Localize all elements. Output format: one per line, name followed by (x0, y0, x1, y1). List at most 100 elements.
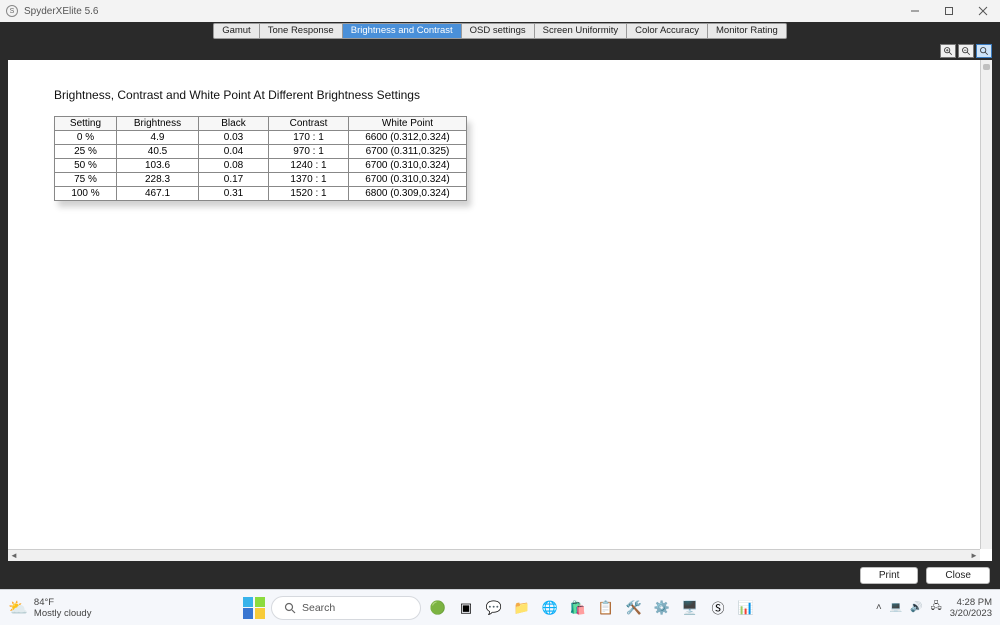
network-icon[interactable]: 🖧 (931, 599, 942, 616)
zoom-fit-button[interactable] (976, 44, 992, 58)
tab-color-accuracy[interactable]: Color Accuracy (627, 24, 708, 38)
clock-time: 4:28 PM (950, 597, 992, 608)
table-cell: 0.08 (199, 159, 269, 173)
table-cell: 1370 : 1 (269, 173, 349, 187)
table-cell: 6800 (0.309,0.324) (349, 187, 467, 201)
tab-tone-response[interactable]: Tone Response (260, 24, 343, 38)
task-view-icon[interactable]: ▣ (455, 597, 477, 619)
table-cell: 467.1 (117, 187, 199, 201)
content-page: Brightness, Contrast and White Point At … (8, 60, 992, 561)
scroll-right-arrow-icon[interactable]: ► (968, 551, 980, 560)
app-icon-3[interactable]: Ⓢ (707, 597, 729, 619)
zoom-controls (940, 44, 992, 58)
table-row: 75 %228.30.171370 : 16700 (0.310,0.324) (55, 173, 467, 187)
table-cell: 1240 : 1 (269, 159, 349, 173)
scroll-left-arrow-icon[interactable]: ◄ (8, 551, 20, 560)
brightness-table: SettingBrightnessBlackContrastWhite Poin… (54, 116, 467, 201)
zoom-in-icon (943, 46, 953, 56)
weather-desc: Mostly cloudy (34, 608, 92, 619)
tab-strip: GamutTone ResponseBrightness and Contras… (0, 22, 1000, 38)
table-cell: 40.5 (117, 145, 199, 159)
table-cell: 970 : 1 (269, 145, 349, 159)
tab-gamut[interactable]: Gamut (214, 24, 260, 38)
page-heading: Brightness, Contrast and White Point At … (54, 88, 946, 102)
start-button[interactable] (243, 597, 265, 619)
tab-brightness-and-contrast[interactable]: Brightness and Contrast (343, 24, 462, 38)
column-header: White Point (349, 117, 467, 131)
zoom-fit-icon (979, 46, 989, 56)
column-header: Contrast (269, 117, 349, 131)
maximize-button[interactable] (932, 0, 966, 22)
table-cell: 25 % (55, 145, 117, 159)
vertical-scrollbar[interactable] (980, 60, 992, 549)
taskbar: ⛅ 84°F Mostly cloudy Search 🟢 ▣ 💬 📁 🌐 🛍️… (0, 589, 1000, 625)
column-header: Brightness (117, 117, 199, 131)
table-cell: 50 % (55, 159, 117, 173)
tab-osd-settings[interactable]: OSD settings (462, 24, 535, 38)
table-cell: 6700 (0.310,0.324) (349, 173, 467, 187)
table-cell: 1520 : 1 (269, 187, 349, 201)
app-icon-4[interactable]: 📊 (735, 597, 757, 619)
zoom-out-icon (961, 46, 971, 56)
column-header: Black (199, 117, 269, 131)
weather-icon: ⛅ (8, 598, 28, 618)
zoom-in-button[interactable] (940, 44, 956, 58)
tab-screen-uniformity[interactable]: Screen Uniformity (535, 24, 628, 38)
maximize-icon (944, 6, 954, 16)
table-cell: 6600 (0.312,0.324) (349, 131, 467, 145)
app-icon-1[interactable]: 🛠️ (623, 597, 645, 619)
settings-icon[interactable]: ⚙️ (651, 597, 673, 619)
window-title: SpyderXElite 5.6 (24, 6, 99, 17)
table-cell: 4.9 (117, 131, 199, 145)
table-row: 100 %467.10.311520 : 16800 (0.309,0.324) (55, 187, 467, 201)
close-button[interactable]: Close (926, 567, 990, 584)
table-cell: 228.3 (117, 173, 199, 187)
clock-date: 3/20/2023 (950, 608, 992, 619)
table-cell: 170 : 1 (269, 131, 349, 145)
tab-monitor-rating[interactable]: Monitor Rating (708, 24, 786, 38)
weather-widget[interactable]: ⛅ 84°F Mostly cloudy (8, 597, 91, 619)
taskbar-center: Search 🟢 ▣ 💬 📁 🌐 🛍️ 📋 🛠️ ⚙️ 🖥️ Ⓢ 📊 (243, 596, 757, 620)
file-explorer-icon[interactable]: 📁 (511, 597, 533, 619)
content-wrap: Brightness, Contrast and White Point At … (8, 60, 992, 561)
close-window-button[interactable] (966, 0, 1000, 22)
app-chrome: GamutTone ResponseBrightness and Contras… (0, 22, 1000, 589)
table-row: 50 %103.60.081240 : 16700 (0.310,0.324) (55, 159, 467, 173)
taskbar-clock[interactable]: 4:28 PM 3/20/2023 (950, 597, 992, 619)
volume-icon[interactable]: 🔊 (910, 602, 922, 613)
system-tray: ˄ 💻 🔊 🖧 4:28 PM 3/20/2023 (876, 597, 992, 619)
bottom-button-bar: Print Close (0, 561, 1000, 589)
table-cell: 0.04 (199, 145, 269, 159)
table-cell: 6700 (0.310,0.324) (349, 159, 467, 173)
search-placeholder: Search (302, 602, 335, 614)
tray-overflow-icon[interactable]: ˄ (876, 602, 882, 613)
table-cell: 0.31 (199, 187, 269, 201)
battery-icon[interactable]: 💻 (890, 602, 902, 613)
column-header: Setting (55, 117, 117, 131)
taskbar-app-icon[interactable]: 🟢 (427, 597, 449, 619)
store-icon[interactable]: 🛍️ (567, 597, 589, 619)
print-button[interactable]: Print (860, 567, 919, 584)
table-row: 0 %4.90.03170 : 16600 (0.312,0.324) (55, 131, 467, 145)
window-titlebar: S SpyderXElite 5.6 (0, 0, 1000, 22)
horizontal-scrollbar[interactable]: ◄ ► (8, 549, 980, 561)
table-cell: 0.17 (199, 173, 269, 187)
table-cell: 0 % (55, 131, 117, 145)
weather-temp: 84°F (34, 597, 92, 608)
table-cell: 0.03 (199, 131, 269, 145)
close-icon (978, 6, 988, 16)
edge-icon[interactable]: 🌐 (539, 597, 561, 619)
app-icon-2[interactable]: 🖥️ (679, 597, 701, 619)
app-icon: S (6, 5, 18, 17)
table-cell: 75 % (55, 173, 117, 187)
search-icon (284, 602, 296, 614)
window-controls (898, 0, 1000, 22)
minimize-button[interactable] (898, 0, 932, 22)
table-row: 25 %40.50.04970 : 16700 (0.311,0.325) (55, 145, 467, 159)
zoom-out-button[interactable] (958, 44, 974, 58)
minimize-icon (910, 6, 920, 16)
office-icon[interactable]: 📋 (595, 597, 617, 619)
table-cell: 103.6 (117, 159, 199, 173)
chat-icon[interactable]: 💬 (483, 597, 505, 619)
taskbar-search[interactable]: Search (271, 596, 421, 620)
